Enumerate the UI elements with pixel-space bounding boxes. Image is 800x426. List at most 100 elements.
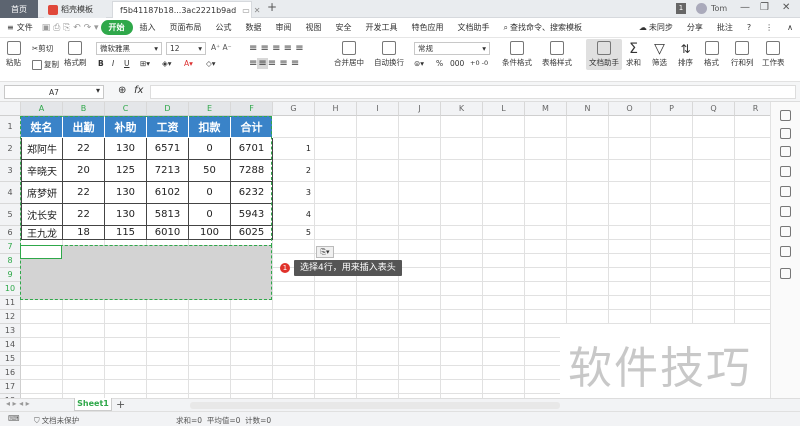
- cell[interactable]: [315, 338, 357, 352]
- cell[interactable]: [483, 204, 525, 226]
- column-header-B[interactable]: B: [63, 102, 105, 116]
- cell[interactable]: [693, 282, 735, 296]
- cell[interactable]: [357, 324, 399, 338]
- cell[interactable]: [567, 240, 609, 254]
- cell[interactable]: [399, 380, 441, 394]
- cell[interactable]: [315, 296, 357, 310]
- column-header-O[interactable]: O: [609, 102, 651, 116]
- cell[interactable]: [357, 380, 399, 394]
- cell[interactable]: [315, 324, 357, 338]
- cell[interactable]: [147, 324, 189, 338]
- cell[interactable]: [189, 352, 231, 366]
- row-header-7[interactable]: 7: [0, 240, 21, 254]
- table-cell[interactable]: 6025: [231, 226, 273, 240]
- cell[interactable]: [399, 116, 441, 138]
- cell[interactable]: [357, 310, 399, 324]
- table-cell[interactable]: 0: [189, 138, 231, 160]
- table-cell[interactable]: 王九龙: [21, 226, 63, 240]
- filter-button[interactable]: ▽ 筛选: [652, 41, 667, 68]
- cell[interactable]: [525, 282, 567, 296]
- row-header-2[interactable]: 2: [0, 138, 21, 160]
- cell[interactable]: [609, 268, 651, 282]
- align-top-icons[interactable]: ≡ ≡ ≡ ≡ ≡: [249, 43, 304, 54]
- cell[interactable]: [21, 324, 63, 338]
- table-cell[interactable]: 5813: [147, 204, 189, 226]
- cell[interactable]: [63, 324, 105, 338]
- cell[interactable]: [399, 254, 441, 268]
- cell[interactable]: [357, 138, 399, 160]
- side-tool-icon[interactable]: [780, 246, 791, 257]
- table-header-cell[interactable]: 扣款: [189, 116, 231, 138]
- cell[interactable]: [651, 310, 693, 324]
- table-cell[interactable]: 20: [63, 160, 105, 182]
- cell[interactable]: [399, 204, 441, 226]
- unsync-button[interactable]: ☁ 未同步: [632, 22, 680, 33]
- table-cell[interactable]: 130: [105, 204, 147, 226]
- cell[interactable]: [315, 310, 357, 324]
- cell[interactable]: [357, 240, 399, 254]
- cell[interactable]: [63, 352, 105, 366]
- cell-g-number[interactable]: 4: [273, 204, 315, 226]
- cell[interactable]: [693, 226, 735, 240]
- cell[interactable]: [609, 254, 651, 268]
- help-button[interactable]: ?: [740, 23, 758, 32]
- font-grow-shrink[interactable]: A⁺ A⁻: [211, 43, 232, 52]
- row-header-11[interactable]: 11: [0, 296, 21, 310]
- cell[interactable]: [693, 254, 735, 268]
- cell[interactable]: [483, 226, 525, 240]
- row-header-12[interactable]: 12: [0, 310, 21, 324]
- cell[interactable]: [735, 160, 770, 182]
- cell[interactable]: [105, 366, 147, 380]
- cell[interactable]: [315, 204, 357, 226]
- cell[interactable]: [525, 310, 567, 324]
- row-header-5[interactable]: 5: [0, 204, 21, 226]
- table-cell[interactable]: 0: [189, 204, 231, 226]
- format-painter-button[interactable]: 格式刷: [64, 41, 87, 68]
- decimal-icons[interactable]: +0 -0: [470, 59, 488, 67]
- sheet-tab-active[interactable]: Sheet1: [74, 398, 112, 411]
- name-box[interactable]: A7: [4, 85, 104, 99]
- cell[interactable]: [483, 296, 525, 310]
- cell[interactable]: [693, 268, 735, 282]
- cell[interactable]: [525, 116, 567, 138]
- cell[interactable]: [441, 296, 483, 310]
- close-window-button[interactable]: ✕: [782, 2, 790, 13]
- minimize-button[interactable]: —: [740, 2, 750, 13]
- cell[interactable]: [609, 226, 651, 240]
- cell[interactable]: [651, 296, 693, 310]
- cell[interactable]: [441, 282, 483, 296]
- window-count-badge[interactable]: 1: [676, 3, 686, 14]
- table-cell[interactable]: 130: [105, 138, 147, 160]
- column-header-N[interactable]: N: [567, 102, 609, 116]
- cell[interactable]: [315, 182, 357, 204]
- cell[interactable]: [357, 352, 399, 366]
- table-cell[interactable]: 辛晓天: [21, 160, 63, 182]
- table-cell[interactable]: 125: [105, 160, 147, 182]
- cell[interactable]: [399, 182, 441, 204]
- cell[interactable]: [609, 138, 651, 160]
- avatar[interactable]: [696, 3, 707, 14]
- row-header-9[interactable]: 9: [0, 268, 21, 282]
- cell[interactable]: [441, 268, 483, 282]
- cell[interactable]: [315, 282, 357, 296]
- cell[interactable]: [21, 338, 63, 352]
- cell[interactable]: [483, 182, 525, 204]
- paste-options-icon[interactable]: ⎘▾: [316, 246, 334, 258]
- cell[interactable]: [273, 366, 315, 380]
- table-header-cell[interactable]: 出勤: [63, 116, 105, 138]
- cell[interactable]: [189, 366, 231, 380]
- cell[interactable]: [525, 160, 567, 182]
- cell[interactable]: [483, 324, 525, 338]
- file-menu[interactable]: ≡ 文件: [0, 22, 40, 33]
- italic-button[interactable]: I: [112, 59, 114, 68]
- cell[interactable]: [63, 310, 105, 324]
- row-header-10[interactable]: 10: [0, 282, 21, 296]
- table-cell[interactable]: 郑阿牛: [21, 138, 63, 160]
- column-header-Q[interactable]: Q: [693, 102, 735, 116]
- cell[interactable]: [609, 182, 651, 204]
- cell[interactable]: [651, 182, 693, 204]
- cell[interactable]: [441, 366, 483, 380]
- cell[interactable]: [609, 282, 651, 296]
- cell[interactable]: [357, 204, 399, 226]
- cell[interactable]: [399, 324, 441, 338]
